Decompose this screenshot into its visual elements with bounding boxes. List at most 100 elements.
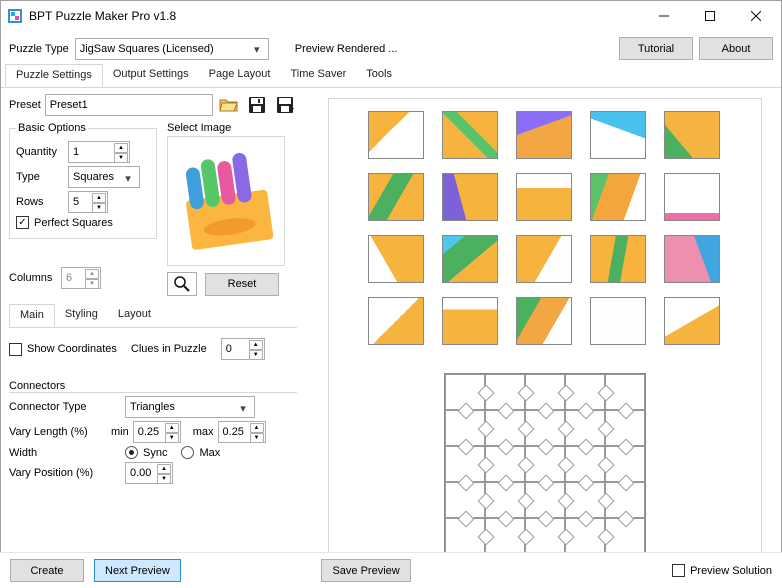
- puzzle-piece: [664, 111, 720, 159]
- puzzle-type-select[interactable]: JigSaw Squares (Licensed) ▾: [75, 38, 269, 60]
- preview-pane: [305, 88, 781, 581]
- chevron-down-icon: ▾: [120, 170, 136, 186]
- minimize-button[interactable]: [641, 2, 687, 30]
- puzzle-piece: [516, 235, 572, 283]
- vary-length-min-input[interactable]: 0.25 ▲▼: [133, 421, 181, 443]
- vary-length-max-input[interactable]: 0.25 ▲▼: [218, 421, 266, 443]
- vary-position-label: Vary Position (%): [9, 467, 121, 479]
- check-icon: ✓: [16, 216, 29, 229]
- tab-output-settings[interactable]: Output Settings: [103, 64, 199, 87]
- chevron-down-icon: ▾: [249, 42, 265, 58]
- basic-options-group: Basic Options Quantity 1 ▲▼ Type Squares…: [9, 122, 157, 239]
- window-title: BPT Puzzle Maker Pro v1.8: [29, 9, 641, 23]
- connector-type-select[interactable]: Triangles ▾: [125, 396, 255, 418]
- puzzle-piece: [368, 297, 424, 345]
- perfect-squares-checkbox[interactable]: ✓ Perfect Squares: [16, 216, 113, 229]
- clues-spinner[interactable]: ▲▼: [249, 340, 263, 360]
- quantity-spinner[interactable]: ▲▼: [114, 143, 128, 163]
- puzzle-type-label: Puzzle Type: [9, 43, 69, 55]
- width-sync-radio[interactable]: Sync: [125, 446, 167, 459]
- close-button[interactable]: [733, 2, 779, 30]
- quantity-label: Quantity: [16, 146, 64, 158]
- reset-image-button[interactable]: Reset: [205, 273, 279, 296]
- puzzle-piece: [590, 111, 646, 159]
- title-bar: BPT Puzzle Maker Pro v1.8: [1, 1, 781, 31]
- tutorial-button[interactable]: Tutorial: [619, 37, 693, 60]
- radio-off-icon: [181, 446, 194, 459]
- save-preview-button[interactable]: Save Preview: [321, 559, 410, 582]
- preview-canvas: [328, 98, 762, 568]
- basic-options-legend: Basic Options: [16, 122, 88, 134]
- preset-save-button[interactable]: [245, 93, 269, 117]
- puzzle-piece: [664, 235, 720, 283]
- preview-status: Preview Rendered ...: [295, 43, 398, 55]
- puzzle-piece: [516, 111, 572, 159]
- subtab-layout[interactable]: Layout: [108, 304, 161, 327]
- maximize-button[interactable]: [687, 2, 733, 30]
- select-image-preview[interactable]: [167, 136, 285, 266]
- tab-tools[interactable]: Tools: [356, 64, 402, 87]
- puzzle-piece: [368, 111, 424, 159]
- puzzle-piece: [442, 111, 498, 159]
- preset-input[interactable]: [45, 94, 213, 116]
- clues-input[interactable]: 0 ▲▼: [221, 338, 265, 360]
- preset-save-as-button[interactable]: +: [273, 93, 297, 117]
- puzzle-piece: [442, 173, 498, 221]
- radio-on-icon: [125, 446, 138, 459]
- app-icon: [7, 8, 23, 24]
- show-coordinates-checkbox[interactable]: Show Coordinates: [9, 343, 117, 356]
- bottom-bar: Create Next Preview Save Preview Preview…: [0, 552, 782, 588]
- subtab-main[interactable]: Main: [9, 304, 55, 327]
- preset-open-button[interactable]: [217, 93, 241, 117]
- chevron-down-icon: ▾: [235, 400, 251, 416]
- type-label: Type: [16, 171, 64, 183]
- width-max-radio[interactable]: Max: [181, 446, 220, 459]
- puzzle-piece: [516, 297, 572, 345]
- min-label: min: [111, 426, 129, 438]
- clues-label: Clues in Puzzle: [131, 343, 207, 355]
- quantity-input[interactable]: 1 ▲▼: [68, 141, 130, 163]
- puzzle-piece: [516, 173, 572, 221]
- checkbox-empty-icon: [9, 343, 22, 356]
- puzzle-piece: [590, 297, 646, 345]
- connectors-legend: Connectors: [9, 380, 297, 393]
- svg-text:+: +: [289, 103, 294, 114]
- puzzle-type-value: JigSaw Squares (Licensed): [80, 43, 214, 55]
- puzzle-piece: [590, 173, 646, 221]
- vary-length-label: Vary Length (%): [9, 426, 107, 438]
- grid-cell: [605, 518, 645, 554]
- subtab-styling[interactable]: Styling: [55, 304, 108, 327]
- puzzle-piece: [368, 173, 424, 221]
- max-label: max: [193, 426, 214, 438]
- inspect-image-button[interactable]: [167, 272, 197, 296]
- puzzle-piece: [664, 297, 720, 345]
- vary-position-input[interactable]: 0.00 ▲▼: [125, 462, 173, 484]
- select-image-label: Select Image: [167, 122, 285, 134]
- preset-label: Preset: [9, 99, 41, 111]
- connectors-group: Connectors Connector Type Triangles ▾ Va…: [9, 381, 297, 487]
- puzzle-piece: [590, 235, 646, 283]
- rows-spinner[interactable]: ▲▼: [92, 193, 106, 213]
- puzzle-piece: [368, 235, 424, 283]
- columns-label: Columns: [9, 272, 57, 284]
- puzzle-piece: [664, 173, 720, 221]
- next-preview-button[interactable]: Next Preview: [94, 559, 181, 582]
- puzzle-settings-pane: Preset + Basic Options Quantity 1 ▲▼: [1, 88, 305, 581]
- connector-type-label: Connector Type: [9, 401, 121, 413]
- main-tabstrip: Puzzle Settings Output Settings Page Lay…: [1, 64, 781, 88]
- tab-page-layout[interactable]: Page Layout: [199, 64, 281, 87]
- solution-grid-outline: [444, 373, 646, 555]
- rows-input[interactable]: 5 ▲▼: [68, 191, 108, 213]
- type-select[interactable]: Squares ▾: [68, 166, 140, 188]
- about-button[interactable]: About: [699, 37, 773, 60]
- columns-input[interactable]: 6 ▲▼: [61, 267, 101, 289]
- columns-spinner[interactable]: ▲▼: [85, 269, 99, 289]
- preview-solution-checkbox[interactable]: Preview Solution: [672, 564, 772, 577]
- tab-puzzle-settings[interactable]: Puzzle Settings: [5, 64, 103, 87]
- tab-time-saver[interactable]: Time Saver: [280, 64, 356, 87]
- create-button[interactable]: Create: [10, 559, 84, 582]
- checkbox-empty-icon: [672, 564, 685, 577]
- rows-label: Rows: [16, 196, 64, 208]
- width-label: Width: [9, 447, 121, 459]
- pieces-grid: [368, 111, 722, 347]
